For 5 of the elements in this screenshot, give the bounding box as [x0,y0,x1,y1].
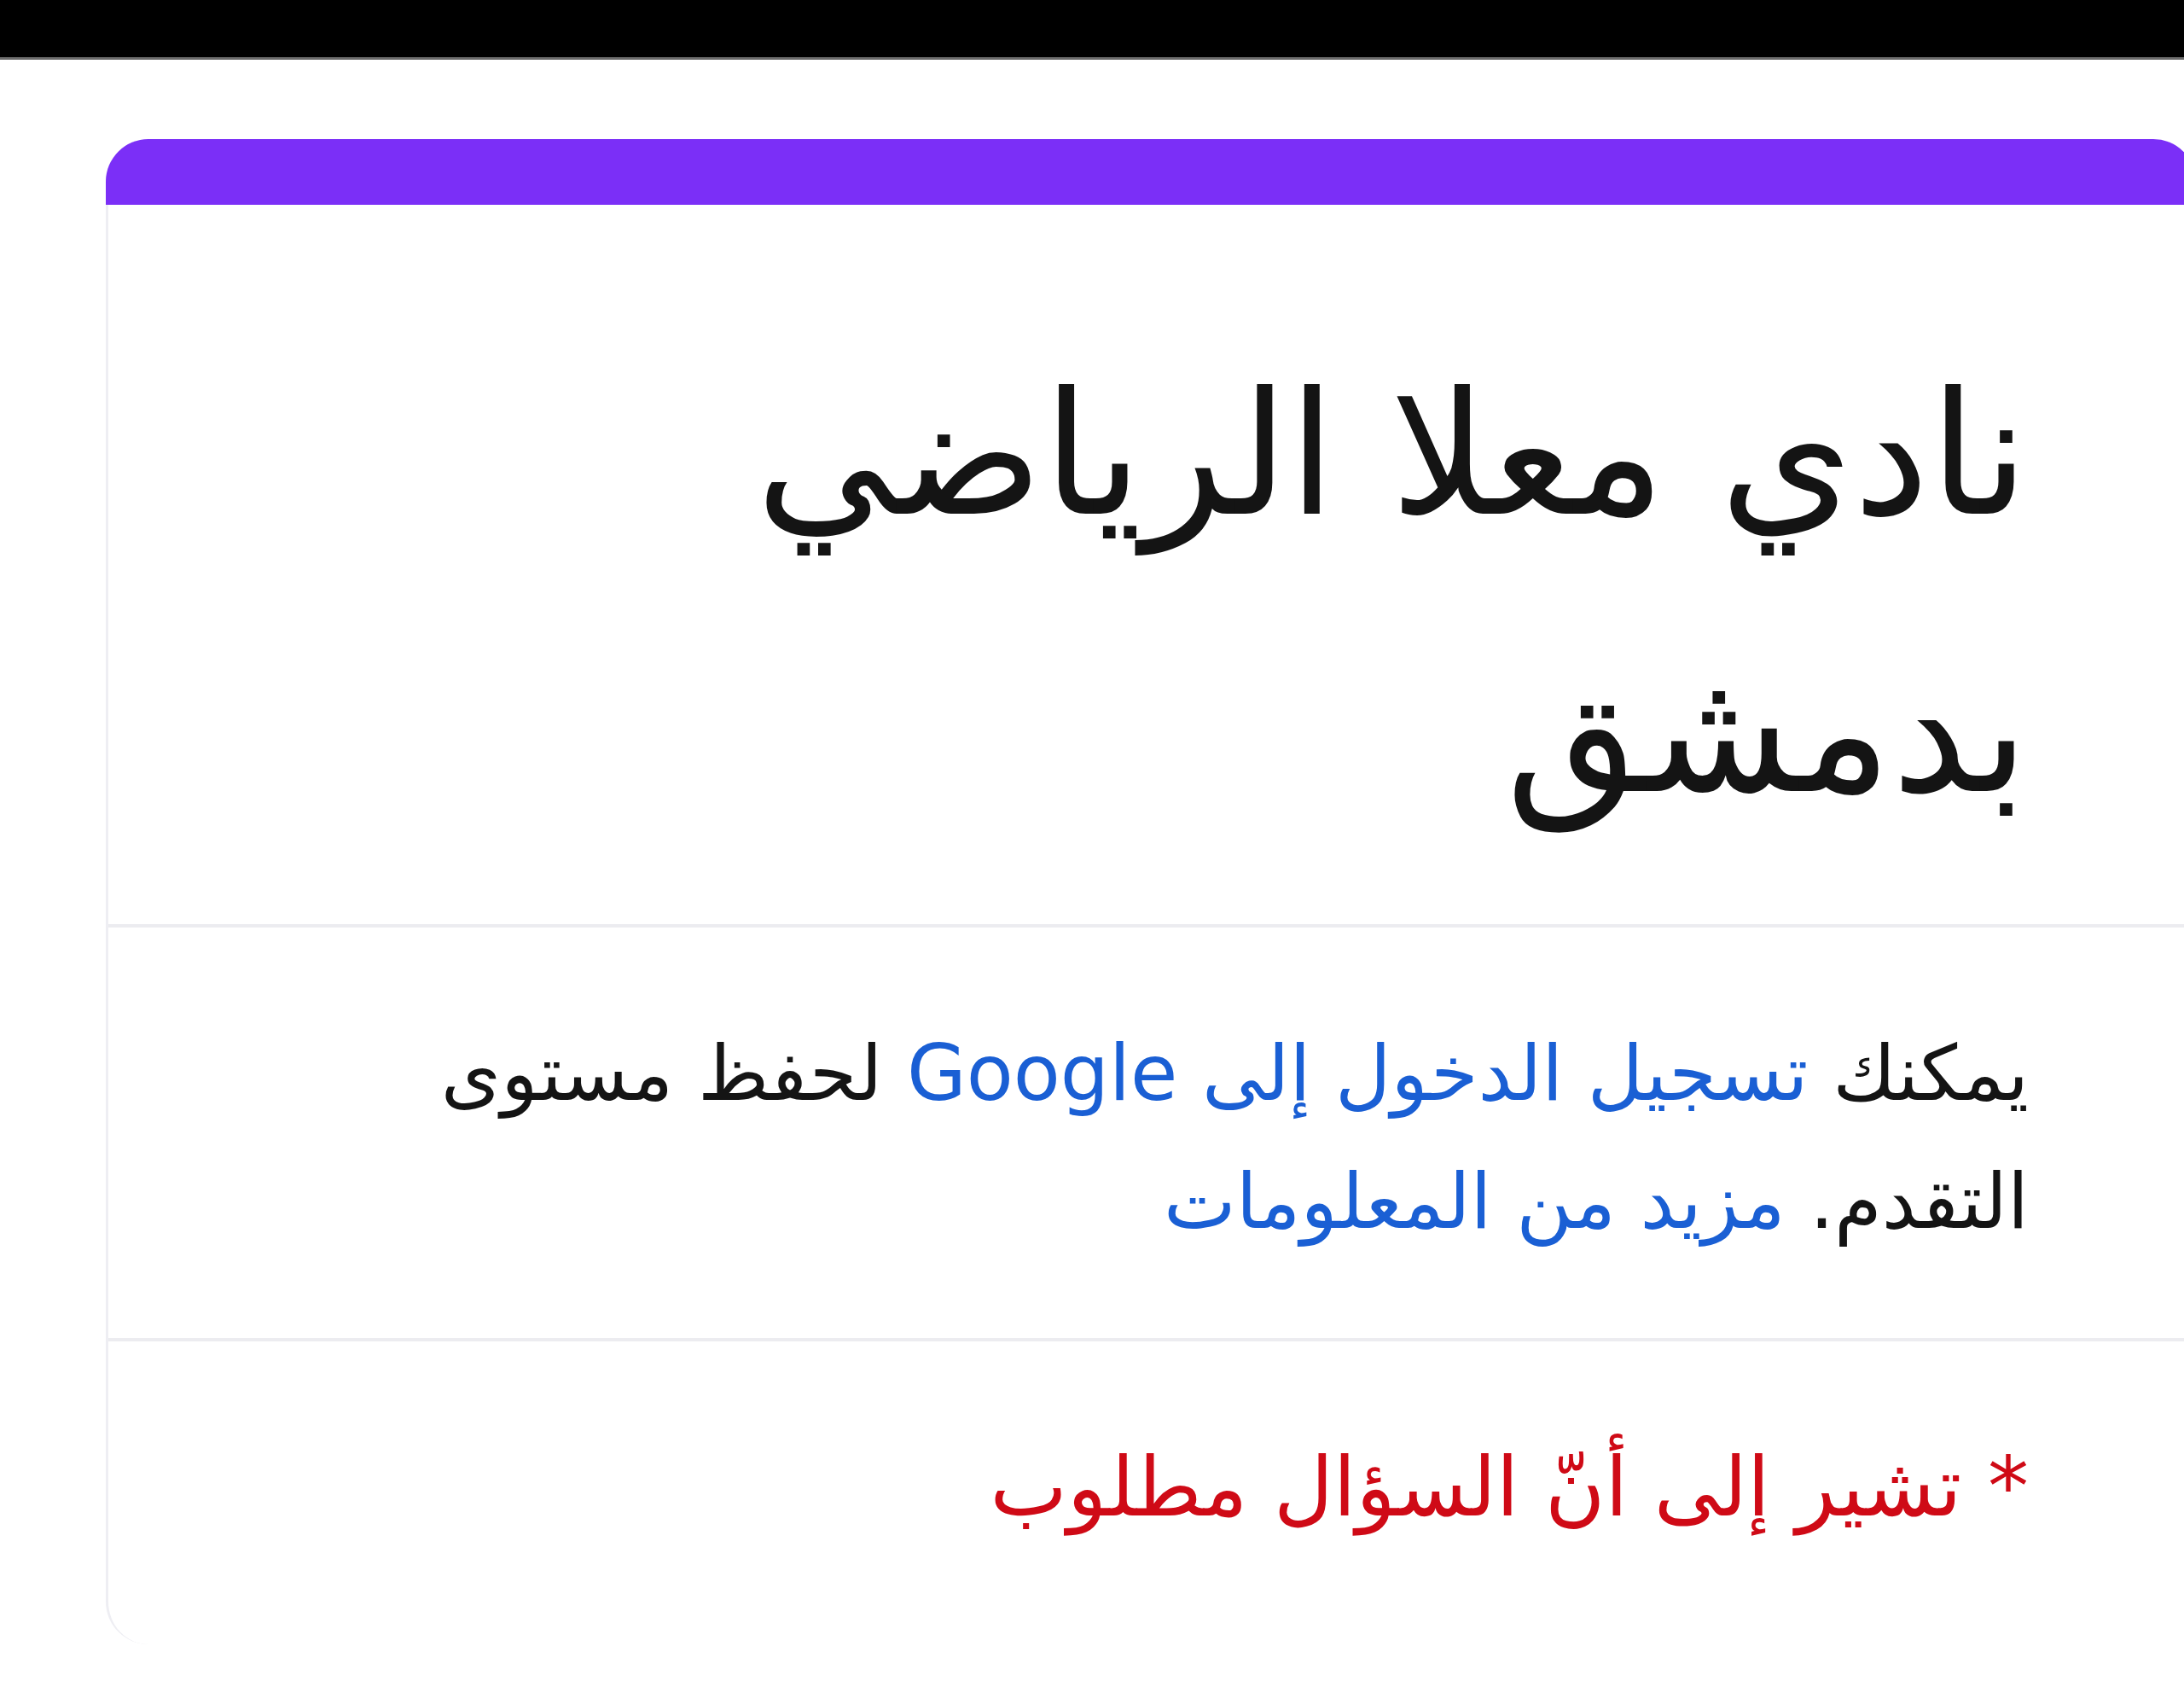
sign-in-link[interactable]: تسجيل الدخول إلى Google [907,1028,1809,1118]
required-note: * تشير إلى أنّ السؤال مطلوب [990,1423,2029,1551]
info-link[interactable]: مزيد من المعلومات [1164,1156,1786,1246]
notice-text: يمكنك تسجيل الدخول إلى Google لحفظ مستوى التقدم. مزيد من المعلومات [439,1027,2029,1248]
form-title: نادي معلا الرياضي بدمشق [754,354,2029,835]
